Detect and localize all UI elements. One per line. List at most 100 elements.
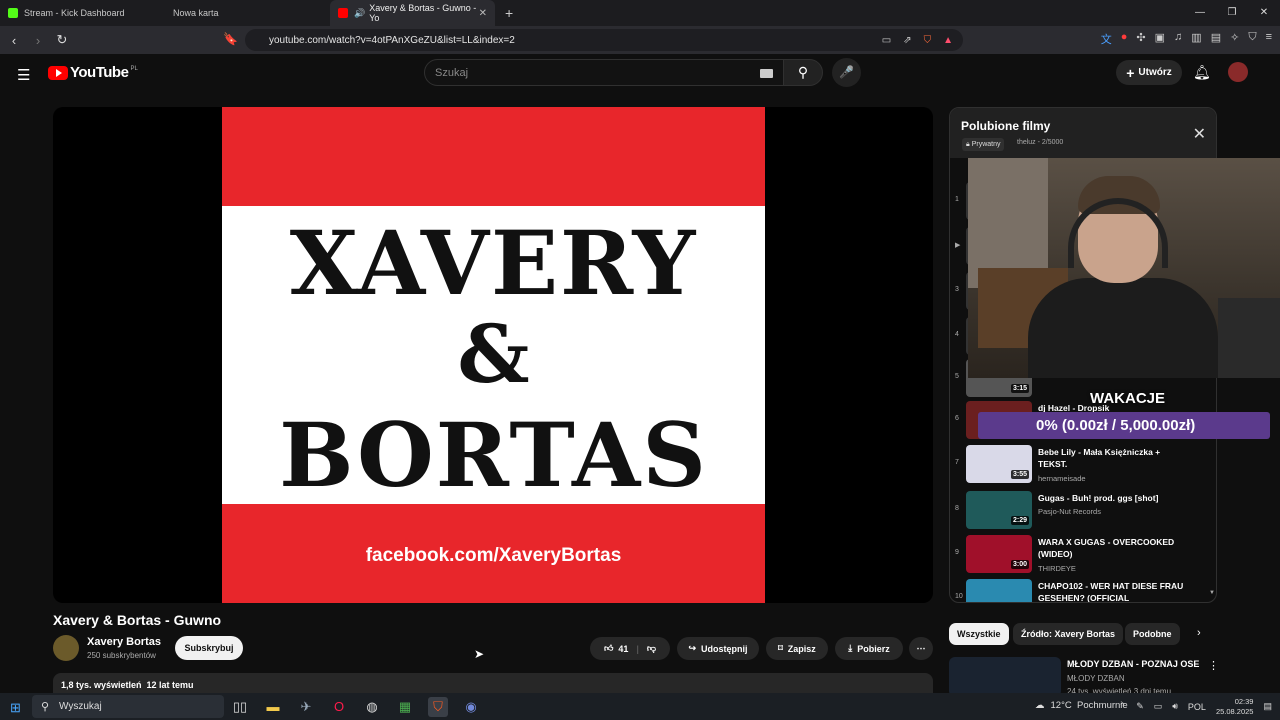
search-placeholder: Szukaj	[435, 67, 469, 79]
recommended-channel[interactable]: MŁODY DZBAN	[1067, 674, 1125, 683]
share-button[interactable]: ↪ Udostępnij	[677, 637, 759, 660]
new-tab-button[interactable]: +	[505, 5, 513, 21]
more-actions-button[interactable]: ⋯	[909, 637, 933, 660]
translate-icon[interactable]: 文	[1101, 31, 1112, 47]
recommended-title[interactable]: MŁODY DZBAN - POZNAJ OSE	[1067, 659, 1199, 669]
chip-all[interactable]: Wszystkie	[949, 623, 1009, 645]
notification-center-icon[interactable]: ▤	[1263, 701, 1272, 712]
pen-icon[interactable]: ✎	[1136, 701, 1144, 712]
playlist-item-index: 4	[955, 331, 959, 338]
video-player[interactable]: XAVERY & BORTAS facebook.com/XaveryBorta…	[53, 107, 933, 603]
brave-shield-icon[interactable]: ⛉	[924, 35, 932, 46]
channel-name[interactable]: Xavery Bortas	[87, 636, 161, 648]
youtube-play-icon	[48, 65, 68, 80]
donation-goal-text: 0% (0.00zł / 5,000.00zł)	[1036, 417, 1196, 434]
taskbar-apps: ▯▯ ▬ ✈ O ◍ ▦ ⛉ ◉	[230, 697, 481, 717]
thumbnail-red-band-top	[222, 107, 765, 206]
playlist-title[interactable]: Polubione filmy	[961, 119, 1050, 133]
recommended-more-icon[interactable]: ⋮	[1208, 659, 1219, 672]
opera-gx-icon[interactable]: O	[329, 697, 349, 717]
thumbnail-text-line3: BORTAS	[279, 403, 708, 507]
vpn-icon[interactable]: ⛉	[1248, 31, 1256, 47]
search-input[interactable]: Szukaj	[424, 59, 784, 86]
close-tab-icon[interactable]: ✕	[479, 8, 487, 19]
save-button[interactable]: ⌑ Zapisz	[766, 637, 828, 660]
back-icon[interactable]: ‹	[4, 33, 24, 48]
task-view-icon[interactable]: ▯▯	[230, 697, 250, 717]
leo-icon[interactable]: ✧	[1230, 31, 1239, 47]
cast-icon[interactable]: ▭	[882, 35, 891, 46]
search-button[interactable]: ⚲	[783, 59, 823, 86]
dislike-button-thumbs-down-icon[interactable]: 👎︎	[647, 643, 656, 654]
discord-icon[interactable]: ◉	[461, 697, 481, 717]
obs-icon[interactable]: ◍	[362, 697, 382, 717]
close-playlist-icon[interactable]: ✕	[1193, 124, 1206, 144]
hamburger-menu-icon[interactable]: ☰	[17, 66, 30, 84]
like-button[interactable]: 👍︎ 41	[604, 643, 628, 654]
microphone-icon: 🎤	[839, 65, 854, 79]
chips-next-chevron-icon[interactable]: ›	[1197, 627, 1201, 639]
screenshot-icon[interactable]: ▣	[1155, 31, 1165, 47]
tab-new-tab[interactable]: Nowa karta	[165, 0, 330, 26]
speaker-icon: 🔊	[354, 7, 366, 18]
playlist-item-duration: 2:29	[1011, 516, 1030, 525]
chip-source-channel[interactable]: Źródło: Xavery Bortas	[1013, 623, 1124, 645]
voice-search-button[interactable]: 🎤	[832, 58, 861, 87]
restore-icon[interactable]: ❐	[1216, 0, 1248, 26]
menu-icon[interactable]: ≡	[1266, 31, 1272, 47]
weather-widget[interactable]: ☁ 12°C Pochmurnie	[1035, 700, 1128, 711]
bookmark-icon[interactable]: 🔖	[223, 32, 238, 46]
brave-browser-icon[interactable]: ⛉	[428, 697, 448, 717]
forward-icon[interactable]: ›	[28, 33, 48, 48]
record-icon[interactable]: ●	[1121, 31, 1128, 47]
search-icon: ⚲	[797, 64, 809, 80]
playlist-item-duration: 3:55	[1011, 470, 1030, 479]
subscribe-button[interactable]: Subskrybuj	[175, 636, 243, 660]
playlist-item[interactable]: 9 3:00 WARA X GUGAS - OVERCOOKED (WIDEO) TH…	[950, 533, 1216, 577]
music-icon[interactable]: ♫	[1174, 31, 1182, 47]
playlist-item[interactable]: 7 3:55 Bebe Lily - Mała Księżniczka + TEKS…	[950, 443, 1216, 487]
channel-avatar[interactable]	[53, 635, 79, 661]
sidebar-icon[interactable]: ▥	[1191, 31, 1201, 47]
download-button[interactable]: ⤓ Pobierz	[835, 637, 903, 660]
share-icon[interactable]: ⇗	[903, 35, 911, 46]
youtube-header: ☰ YouTube PL Szukaj ⚲ 🎤 + Utwórz 🔔︎	[0, 54, 1280, 94]
playlist-item-author: Pasjo-Nut Records	[1038, 507, 1101, 516]
playlist-item[interactable]: 10 CHAPO102 - WER HAT DIESE FRAU GESEHEN?…	[950, 577, 1216, 602]
create-button[interactable]: + Utwórz	[1116, 60, 1182, 85]
minimize-icon[interactable]: —	[1184, 0, 1216, 26]
tab-kick-dashboard[interactable]: Stream - Kick Dashboard	[0, 0, 165, 26]
address-bar[interactable]: youtube.com/watch?v=4otPAnXGeZU&list=LL&…	[245, 29, 963, 51]
notifications-bell-icon[interactable]: 🔔︎	[1193, 64, 1211, 81]
youtube-logo[interactable]: YouTube PL	[48, 64, 138, 81]
app-icon[interactable]: ✈	[296, 697, 316, 717]
reload-icon[interactable]: ↻	[52, 32, 72, 48]
brave-rewards-icon[interactable]: ▲	[943, 35, 953, 46]
recommended-thumbnail[interactable]	[949, 657, 1061, 697]
more-dots-icon: ⋯	[916, 643, 926, 653]
playlist-item-author: hernameisade	[1038, 474, 1086, 483]
tray-chevron-icon[interactable]: ⌃	[1119, 701, 1127, 712]
extensions-icon[interactable]: ✣	[1136, 31, 1145, 47]
taskbar-search[interactable]: ⚲ Wyszukaj	[32, 695, 224, 718]
thumbnail-text-line2: &	[457, 307, 530, 401]
clock[interactable]: 02:39 25.08.2025	[1216, 697, 1254, 717]
close-window-icon[interactable]: ✕	[1248, 0, 1280, 26]
file-explorer-icon[interactable]: ▬	[263, 697, 283, 717]
volume-icon[interactable]: 🔊︎	[1172, 701, 1178, 712]
subscriber-count: 250 subskrybentów	[87, 651, 156, 660]
playlist-item-duration: 3:00	[1011, 560, 1030, 569]
create-label: Utwórz	[1138, 67, 1172, 78]
app-green-icon[interactable]: ▦	[395, 697, 415, 717]
tab-youtube-video[interactable]: 🔊 Xavery & Bortas - Guwno - Yo ✕	[330, 0, 495, 26]
account-avatar[interactable]	[1228, 62, 1248, 82]
keyboard-icon[interactable]	[760, 69, 773, 78]
windows-start-icon[interactable]: ⊞	[10, 700, 21, 716]
language-indicator[interactable]: POL	[1188, 702, 1206, 712]
chip-similar[interactable]: Podobne	[1125, 623, 1180, 645]
network-icon[interactable]: ▭	[1154, 701, 1163, 712]
playlist-item[interactable]: 8 2:29 Gugas - Buh! prod. ggs [shot] Pasjo-…	[950, 489, 1216, 533]
wallet-icon[interactable]: ▤	[1211, 31, 1221, 47]
scroll-down-icon[interactable]: ▼	[1209, 590, 1215, 596]
playlist-item-index: ▶	[955, 242, 961, 249]
